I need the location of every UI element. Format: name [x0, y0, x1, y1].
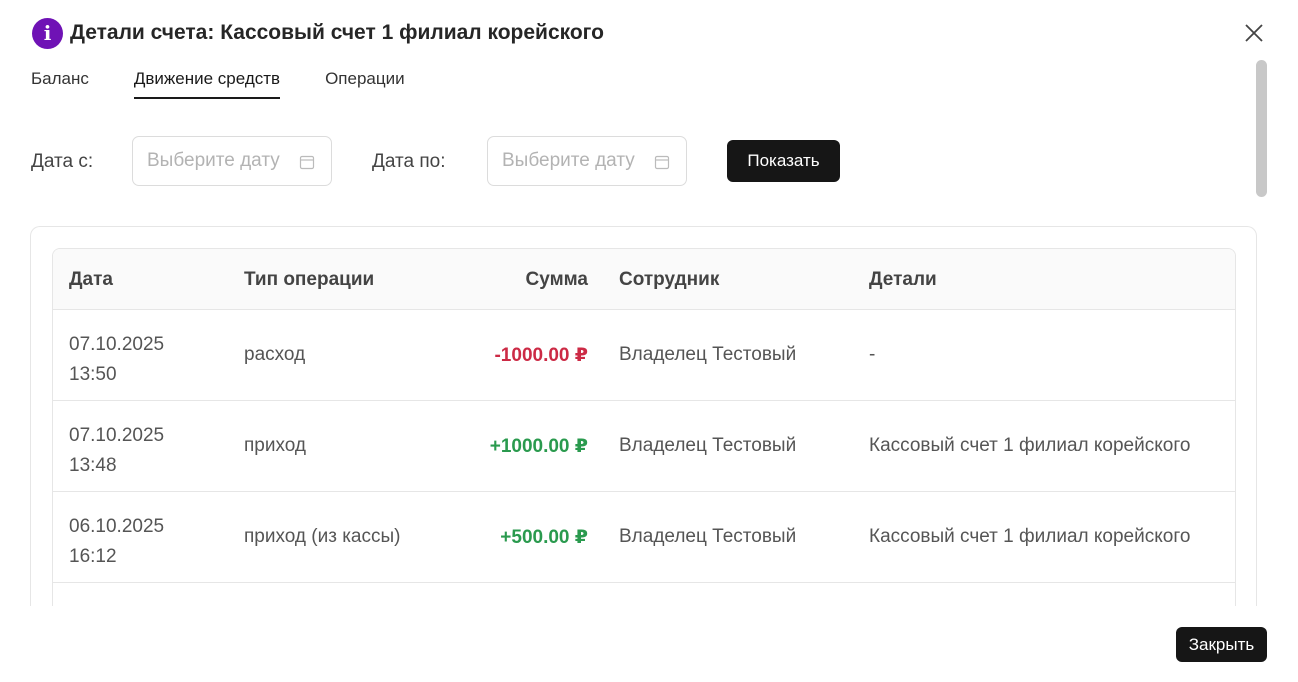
scrollbar-thumb[interactable]	[1256, 60, 1267, 197]
cell-date: 07.10.2025 13:48	[69, 425, 165, 476]
column-header-amount: Сумма	[525, 269, 588, 290]
cell-date: 06.10.2025 16:12	[69, 516, 165, 567]
date-from-label: Дата с:	[31, 151, 94, 172]
cell-amount: -1000.00 ₽	[494, 345, 588, 366]
cell-employee: Владелец Тестовый	[619, 526, 797, 547]
dialog-header: i Детали счета: Кассовый счет 1 филиал к…	[32, 17, 604, 49]
tab-cash-flow[interactable]: Движение средств	[133, 69, 281, 99]
dialog-title: Детали счета: Кассовый счет 1 филиал кор…	[70, 21, 604, 44]
cell-details: Кассовый счет 1 филиал корейского	[869, 526, 1191, 547]
date-to-label: Дата по:	[372, 151, 446, 172]
close-icon[interactable]	[1242, 21, 1266, 45]
cell-type: приход (из кассы)	[244, 526, 401, 547]
cell-employee: Владелец Тестовый	[619, 344, 797, 365]
cell-amount: +1000.00 ₽	[489, 436, 588, 457]
calendar-icon[interactable]	[299, 154, 315, 170]
cell-type: приход	[244, 435, 306, 456]
transactions-table: Дата Тип операции Сумма Сотрудник Детали…	[52, 248, 1236, 606]
calendar-icon[interactable]	[654, 154, 670, 170]
cell-details: -	[869, 344, 876, 365]
column-header-employee: Сотрудник	[619, 269, 720, 290]
transactions-card: Дата Тип операции Сумма Сотрудник Детали…	[30, 226, 1257, 606]
table-row: 06.10.2025 16:12 приход (из кассы) +500.…	[53, 492, 1235, 583]
column-header-date: Дата	[69, 269, 113, 290]
cell-employee: Владелец Тестовый	[619, 435, 797, 456]
date-to-field[interactable]	[487, 136, 687, 186]
tab-balance[interactable]: Баланс	[31, 69, 89, 99]
info-icon: i	[32, 17, 63, 49]
cell-details: Кассовый счет 1 филиал корейского	[869, 435, 1191, 456]
date-from-input[interactable]	[147, 150, 297, 172]
table-row: 07.10.2025 13:50 расход -1000.00 ₽ Владе…	[53, 310, 1235, 401]
date-to-input[interactable]	[502, 150, 652, 172]
show-button[interactable]: Показать	[727, 140, 840, 182]
column-header-details: Детали	[869, 269, 937, 290]
table-row: 07.10.2025 13:48 приход +1000.00 ₽ Владе…	[53, 401, 1235, 492]
tab-operations[interactable]: Операции	[325, 69, 405, 99]
date-from-field[interactable]	[132, 136, 332, 186]
cell-amount: +500.00 ₽	[500, 527, 588, 548]
table-header: Дата Тип операции Сумма Сотрудник Детали	[53, 249, 1235, 310]
column-header-type: Тип операции	[244, 269, 375, 290]
close-button[interactable]: Закрыть	[1176, 627, 1267, 662]
tab-bar: Баланс Движение средств Операции	[31, 69, 450, 99]
cell-date: 07.10.2025 13:50	[69, 334, 165, 385]
cell-type: расход	[244, 344, 306, 365]
